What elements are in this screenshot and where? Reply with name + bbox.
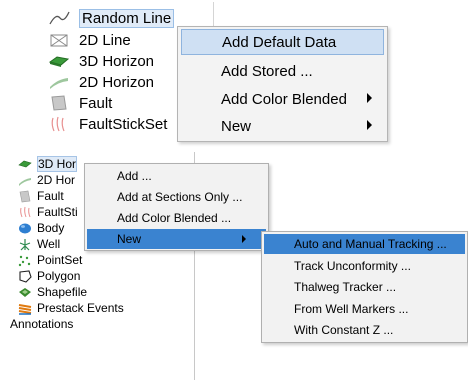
tree-item-label: FaultSti	[37, 205, 78, 219]
tree-item-label: Fault	[37, 189, 64, 203]
menu-item-add-color-blended[interactable]: Add Color Blended ...	[87, 208, 266, 228]
body-icon	[18, 222, 32, 235]
2d-line-icon	[48, 31, 70, 49]
menu-item-label: Add at Sections Only ...	[117, 190, 243, 204]
tree-item-faultstickset[interactable]: FaultSti	[18, 204, 78, 220]
menu-item-label: Add Color Blended	[221, 90, 347, 108]
polygon-icon	[18, 269, 32, 283]
menu-item-add-at-sections-only[interactable]: Add at Sections Only ...	[87, 187, 266, 207]
tree-item-well[interactable]: Well	[18, 236, 60, 252]
tree-item-label: PointSet	[37, 253, 83, 267]
tree-item-label: Prestack Events	[37, 301, 124, 315]
faultstickset-icon	[48, 115, 70, 133]
menu-item-label: New	[117, 232, 142, 246]
menu-item-track-unconformity[interactable]: Track Unconformity ...	[264, 256, 465, 276]
tree-item-shapefile[interactable]: Shapefile	[18, 284, 87, 300]
2d-horizon-icon	[18, 174, 32, 187]
prestack-events-icon	[18, 302, 32, 315]
submenu-arrow-icon	[242, 235, 246, 243]
new-submenu: Auto and Manual Tracking ... Track Uncon…	[261, 231, 468, 343]
tree-item-label: 3D Horizon	[79, 52, 155, 70]
menu-item-label: With Constant Z ...	[294, 323, 394, 337]
menu-item-new[interactable]: New	[181, 113, 384, 139]
3d-horizon-icon	[48, 52, 70, 70]
tree-item-2d-line[interactable]: 2D Line	[48, 30, 131, 50]
tree-item-label: 2D Horizon	[79, 73, 155, 91]
shapefile-icon	[18, 286, 32, 299]
top-context-menu: Add Default Data Add Stored ... Add Colo…	[177, 26, 388, 142]
menu-item-label: Add Stored ...	[221, 62, 313, 80]
menu-item-label: Thalweg Tracker ...	[294, 280, 397, 294]
tree-item-random-line[interactable]: Random Line	[48, 8, 175, 28]
tree-item-label: 2D Hor	[37, 173, 76, 187]
menu-item-add[interactable]: Add ...	[87, 166, 266, 186]
tree-item-3d-horizon[interactable]: 3D Horizon	[48, 51, 154, 71]
tree-item-pointset[interactable]: PointSet	[18, 252, 82, 268]
submenu-arrow-icon	[367, 93, 372, 103]
menu-item-auto-and-manual-tracking[interactable]: Auto and Manual Tracking ...	[264, 234, 465, 254]
menu-item-label: New	[221, 117, 252, 135]
menu-item-new[interactable]: New	[87, 229, 266, 249]
3d-horizon-icon	[18, 158, 32, 171]
tree-item-label: Annotations	[10, 317, 74, 331]
top-tree-panel: Random Line 2D Line 3D Horizon 2D Horizo…	[48, 8, 198, 148]
menu-item-label: From Well Markers ...	[294, 302, 409, 316]
menu-item-from-well-markers[interactable]: From Well Markers ...	[264, 299, 465, 319]
tree-item-fault[interactable]: Fault	[18, 188, 64, 204]
menu-item-label: Track Unconformity ...	[294, 259, 411, 273]
menu-item-label: Add Color Blended ...	[117, 211, 232, 225]
tree-item-label: Well	[37, 237, 61, 251]
fault-icon	[18, 190, 32, 203]
tree-item-annotations[interactable]: Annotations	[10, 316, 73, 332]
tree-item-polygon[interactable]: Polygon	[18, 268, 80, 284]
tree-context-menu: Add ... Add at Sections Only ... Add Col…	[84, 163, 269, 251]
pointset-icon	[18, 254, 32, 267]
tree-item-label: 3D Hor	[37, 156, 78, 172]
menu-item-thalweg-tracker[interactable]: Thalweg Tracker ...	[264, 277, 465, 297]
2d-horizon-icon	[48, 73, 70, 91]
tree-item-label: Random Line	[79, 8, 175, 28]
tree-item-2d-horizon[interactable]: 2D Hor	[18, 172, 75, 188]
tree-item-label: 2D Line	[79, 31, 131, 49]
tree-item-label: Fault	[79, 94, 113, 112]
menu-item-add-stored[interactable]: Add Stored ...	[181, 58, 384, 84]
tree-item-prestack-events[interactable]: Prestack Events	[18, 300, 124, 316]
tree-item-3d-horizon[interactable]: 3D Hor	[18, 156, 78, 172]
fault-icon	[48, 94, 70, 112]
random-line-icon	[48, 9, 70, 27]
tree-item-label: Shapefile	[37, 285, 88, 299]
tree-item-label: Polygon	[37, 269, 81, 283]
tree-item-2d-horizon[interactable]: 2D Horizon	[48, 72, 154, 92]
well-icon	[18, 238, 32, 251]
menu-item-with-constant-z[interactable]: With Constant Z ...	[264, 320, 465, 340]
tree-item-label: FaultStickSet	[79, 115, 168, 133]
menu-item-add-default-data[interactable]: Add Default Data	[181, 29, 384, 55]
faultstickset-icon	[18, 206, 32, 219]
menu-item-label: Add Default Data	[222, 33, 337, 51]
menu-item-add-color-blended[interactable]: Add Color Blended	[181, 86, 384, 112]
tree-item-faultstickset[interactable]: FaultStickSet	[48, 114, 167, 134]
submenu-arrow-icon	[367, 120, 372, 130]
tree-item-fault[interactable]: Fault	[48, 93, 112, 113]
menu-item-label: Auto and Manual Tracking ...	[294, 237, 447, 251]
tree-item-body[interactable]: Body	[18, 220, 64, 236]
tree-item-label: Body	[37, 221, 65, 235]
menu-item-label: Add ...	[117, 169, 152, 183]
